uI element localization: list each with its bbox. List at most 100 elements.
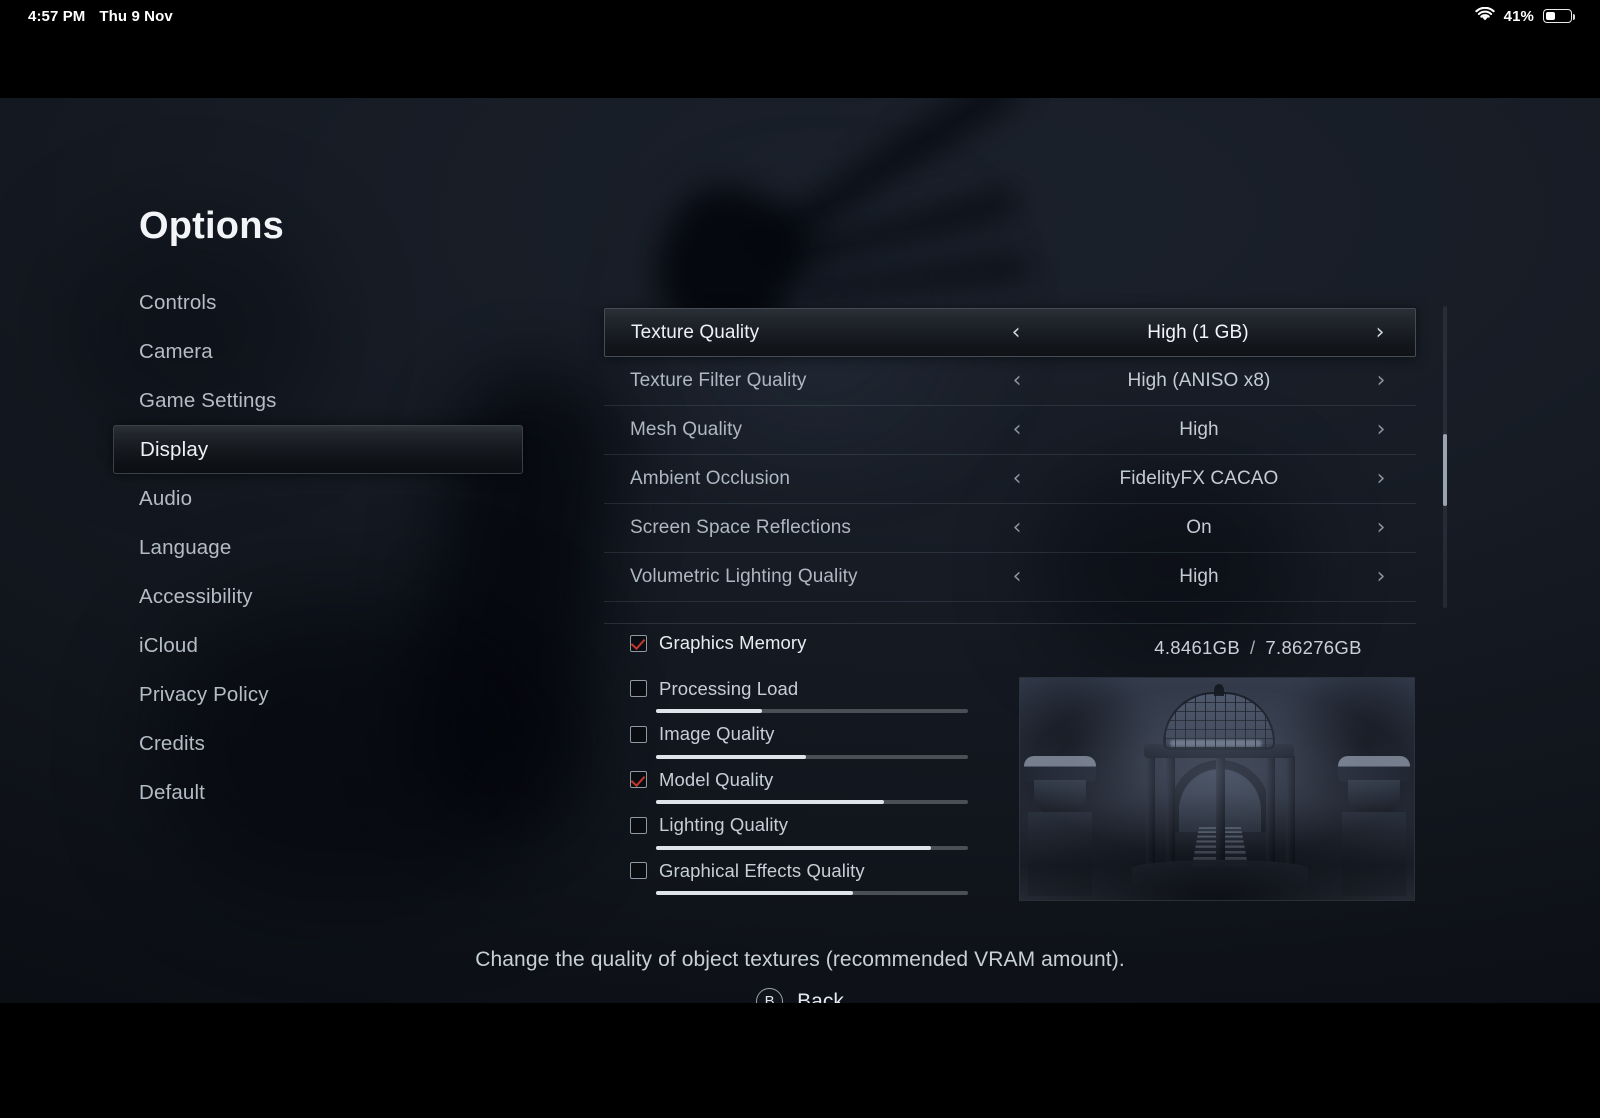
- sidebar-item-game-settings[interactable]: Game Settings: [113, 376, 523, 425]
- sidebar-item-accessibility[interactable]: Accessibility: [113, 572, 523, 621]
- meter-bar-fill: [656, 891, 853, 895]
- chevron-left-icon[interactable]: ‹: [1006, 370, 1028, 392]
- sidebar-item-label: Camera: [139, 339, 213, 363]
- setting-stepper: ‹ High (ANISO x8) ›: [996, 357, 1416, 405]
- letterbox-bottom: [0, 1003, 1600, 1118]
- background-branch: [757, 70, 1023, 256]
- sidebar-item-language[interactable]: Language: [113, 523, 523, 572]
- vram-used: 4.8461GB: [1154, 637, 1240, 658]
- checkbox-model-quality[interactable]: [630, 771, 647, 788]
- chevron-right-icon[interactable]: ›: [1369, 321, 1391, 344]
- setting-stepper: ‹ High (1 GB) ›: [995, 309, 1415, 356]
- checkbox-graphical-effects-quality[interactable]: [630, 862, 647, 879]
- meter-bar-track: [656, 891, 968, 895]
- display-settings-list: Texture Quality ‹ High (1 GB) › Texture Filt…: [604, 308, 1416, 602]
- sidebar-item-label: Credits: [139, 731, 205, 755]
- setting-label: Screen Space Reflections: [630, 517, 852, 538]
- chevron-right-icon[interactable]: ›: [1370, 566, 1392, 588]
- meter-label: Image Quality: [659, 723, 775, 744]
- game-viewport: Options Controls Camera Game Settings Displ…: [0, 38, 1600, 1003]
- meter-bar-track: [656, 845, 968, 850]
- status-date: Thu 9 Nov: [99, 7, 173, 25]
- setting-label: Mesh Quality: [630, 419, 743, 440]
- footer-hints: Change the quality of object textures (r…: [0, 948, 1600, 1003]
- chevron-left-icon[interactable]: ‹: [1006, 419, 1028, 441]
- chevron-right-icon[interactable]: ›: [1370, 468, 1392, 490]
- back-button[interactable]: B Back: [0, 988, 1600, 1003]
- setting-value: FidelityFX CACAO: [1119, 468, 1279, 489]
- vram-separator: /: [1249, 637, 1256, 658]
- meter-bar-track: [656, 709, 968, 713]
- options-sidebar: Controls Camera Game Settings Display Audio L…: [113, 278, 523, 817]
- vram-usage-readout: 4.8461GB / 7.86276GB: [1100, 637, 1416, 659]
- setting-row-mesh-quality[interactable]: Mesh Quality ‹ High ›: [604, 406, 1416, 455]
- chevron-left-icon[interactable]: ‹: [1006, 566, 1028, 588]
- settings-scrollbar-thumb[interactable]: [1443, 434, 1447, 506]
- setting-value: On: [1186, 517, 1212, 538]
- meter-label: Model Quality: [659, 768, 774, 790]
- preview-fog-overlay: [1020, 678, 1414, 900]
- sidebar-item-label: Privacy Policy: [139, 682, 269, 706]
- status-bar-left: 4:57 PM Thu 9 Nov: [28, 8, 173, 25]
- checkbox-processing-load[interactable]: [630, 680, 647, 697]
- setting-value: High (1 GB): [1147, 321, 1249, 343]
- status-time: 4:57 PM: [28, 7, 86, 25]
- screen-root: 4:57 PM Thu 9 Nov 41% Options Controls C…: [0, 0, 1600, 1118]
- setting-stepper: ‹ FidelityFX CACAO ›: [996, 455, 1416, 503]
- sidebar-item-camera[interactable]: Camera: [113, 327, 523, 376]
- setting-stepper: ‹ On ›: [996, 504, 1416, 552]
- sidebar-item-display[interactable]: Display: [113, 425, 523, 474]
- setting-row-screen-space-reflections[interactable]: Screen Space Reflections ‹ On ›: [604, 504, 1416, 553]
- meter-label: Lighting Quality: [659, 814, 789, 835]
- chevron-right-icon[interactable]: ›: [1370, 517, 1392, 539]
- sidebar-item-audio[interactable]: Audio: [113, 474, 523, 523]
- meter-bar-fill: [656, 800, 884, 804]
- sidebar-item-credits[interactable]: Credits: [113, 719, 523, 768]
- checkbox-graphics-memory[interactable]: [630, 634, 647, 652]
- setting-label: Volumetric Lighting Quality: [630, 566, 858, 587]
- setting-row-texture-quality[interactable]: Texture Quality ‹ High (1 GB) ›: [604, 308, 1416, 357]
- setting-stepper: ‹ High ›: [996, 553, 1416, 601]
- sidebar-item-label: Controls: [139, 290, 217, 314]
- chevron-right-icon[interactable]: ›: [1370, 419, 1392, 441]
- display-preview-thumbnail: [1020, 678, 1414, 900]
- setting-row-texture-filter-quality[interactable]: Texture Filter Quality ‹ High (ANISO x8) ›: [604, 357, 1416, 406]
- sidebar-item-label: Audio: [139, 486, 193, 510]
- button-b-icon: B: [756, 988, 784, 1003]
- sidebar-item-icloud[interactable]: iCloud: [113, 621, 523, 670]
- checkbox-lighting-quality[interactable]: [630, 816, 647, 834]
- meter-label: Processing Load: [659, 677, 799, 699]
- sidebar-item-label: Accessibility: [139, 584, 253, 608]
- vram-total: 7.86276GB: [1265, 637, 1362, 658]
- meter-bar-track: [656, 754, 968, 759]
- sidebar-item-privacy-policy[interactable]: Privacy Policy: [113, 670, 523, 719]
- letterbox-top: [0, 32, 1600, 98]
- chevron-right-icon[interactable]: ›: [1370, 370, 1392, 392]
- sidebar-item-controls[interactable]: Controls: [113, 278, 523, 327]
- ios-status-bar: 4:57 PM Thu 9 Nov 41%: [0, 0, 1600, 32]
- settings-scrollbar-track[interactable]: [1443, 306, 1447, 608]
- sidebar-item-default[interactable]: Default: [113, 768, 523, 817]
- sidebar-item-label: Display: [140, 437, 209, 461]
- setting-label: Ambient Occlusion: [630, 468, 791, 489]
- setting-value: High (ANISO x8): [1127, 370, 1271, 391]
- setting-stepper: ‹ High ›: [996, 406, 1416, 454]
- chevron-left-icon[interactable]: ‹: [1006, 468, 1028, 490]
- sidebar-item-label: Game Settings: [139, 388, 277, 412]
- battery-fill: [1545, 11, 1556, 21]
- checkbox-image-quality[interactable]: [630, 725, 647, 743]
- chevron-left-icon[interactable]: ‹: [1005, 321, 1027, 344]
- meter-label: Graphical Effects Quality: [659, 859, 865, 881]
- sidebar-item-label: Default: [139, 780, 206, 804]
- meter-bar-fill: [656, 709, 763, 713]
- status-bar-right: 41%: [1475, 6, 1575, 26]
- setting-row-ambient-occlusion[interactable]: Ambient Occlusion ‹ FidelityFX CACAO ›: [604, 455, 1416, 504]
- setting-label: Texture Filter Quality: [630, 370, 807, 391]
- wifi-icon: [1475, 6, 1495, 26]
- background-branch: [771, 190, 1019, 272]
- sidebar-item-label: iCloud: [139, 633, 199, 657]
- chevron-left-icon[interactable]: ‹: [1006, 517, 1028, 539]
- back-label: Back: [797, 989, 844, 1004]
- battery-percent-label: 41%: [1503, 7, 1534, 25]
- setting-row-volumetric-lighting-quality[interactable]: Volumetric Lighting Quality ‹ High ›: [604, 553, 1416, 602]
